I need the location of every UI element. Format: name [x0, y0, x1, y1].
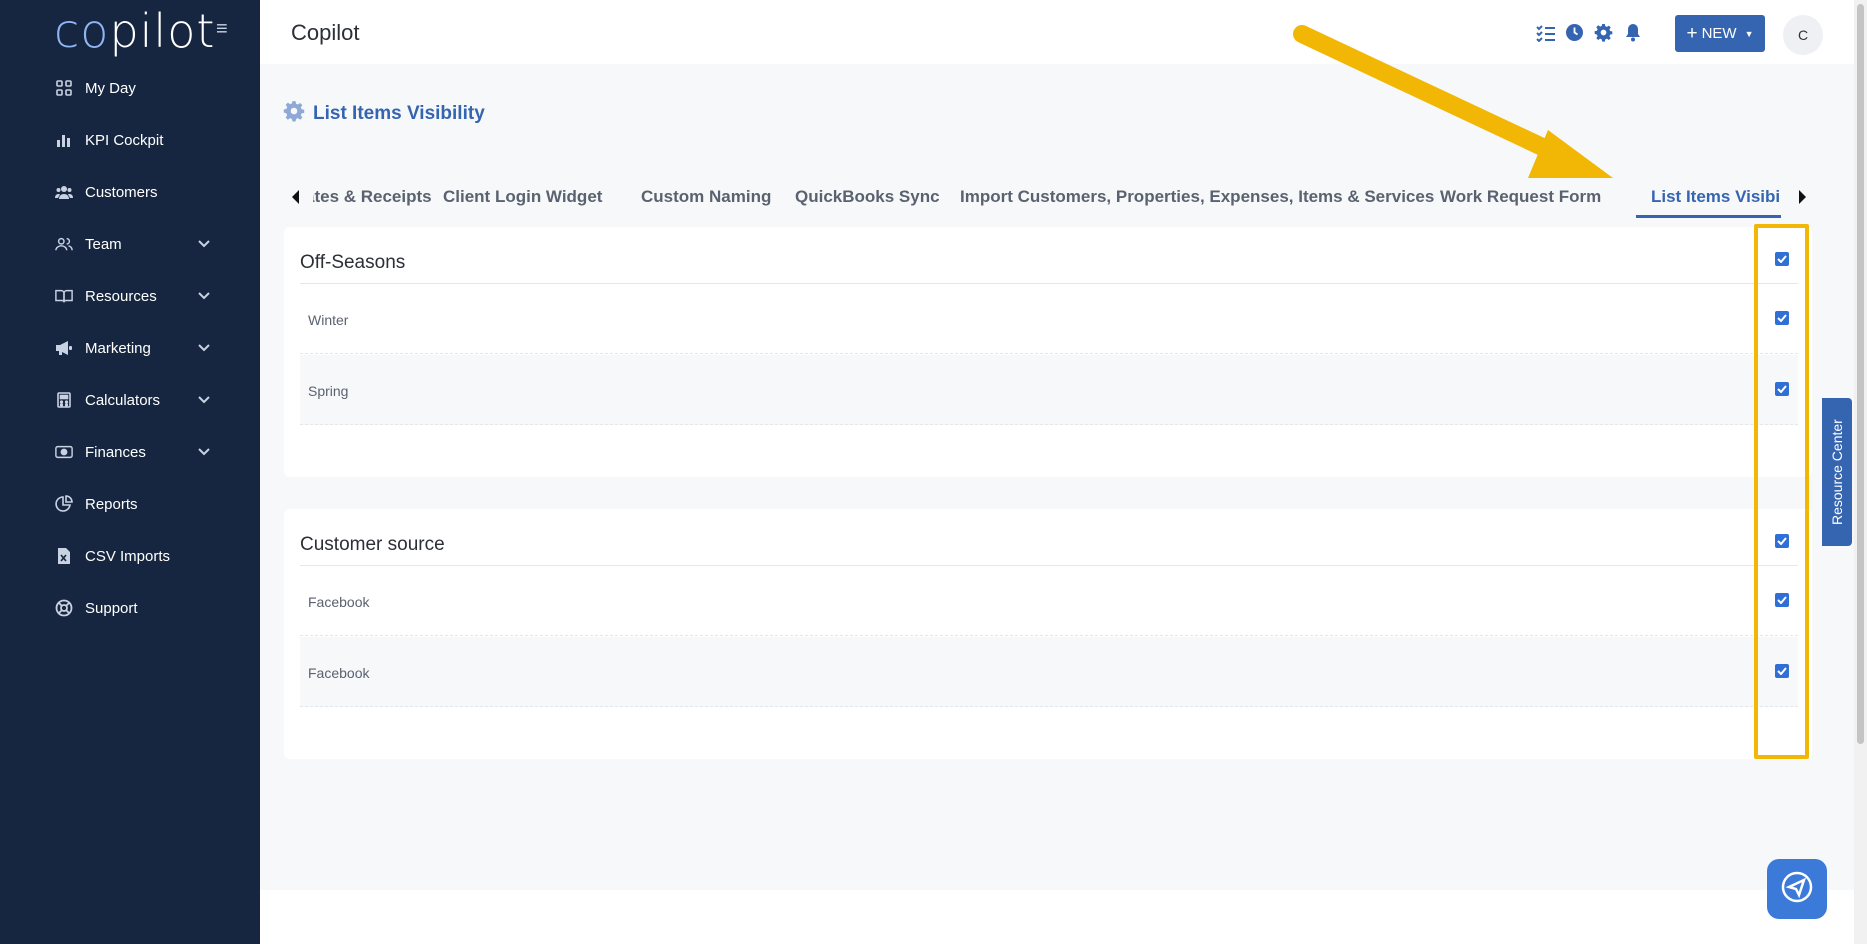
section-title: Customer source [300, 534, 445, 555]
scrollbar-thumb[interactable] [1857, 4, 1864, 744]
tab-scroll-left-icon[interactable] [292, 190, 299, 204]
plus-icon: + [1686, 23, 1698, 44]
sidebar-item-label: CSV Imports [85, 547, 171, 565]
sidebar-item-label: Calculators [85, 391, 161, 409]
chevron-down-icon[interactable] [196, 339, 214, 357]
lifebuoy-icon [55, 599, 73, 617]
sidebar-item-label: KPI Cockpit [85, 131, 164, 149]
section-title: Off-Seasons [300, 252, 406, 273]
list-item: Facebook [300, 637, 1798, 707]
list-item-label: Spring [308, 383, 349, 399]
page-title: List Items Visibility [313, 103, 485, 124]
team-icon [55, 235, 73, 253]
arrow-annotation-icon [1293, 25, 1613, 178]
calculator-icon [55, 391, 73, 409]
tab-estimates-receipts[interactable]: ates & Receipts [313, 187, 432, 207]
tab-list-items-visibility[interactable]: List Items Visibility [1651, 187, 1781, 207]
sidebar-item-label: Reports [85, 495, 138, 513]
sidebar-item-reports[interactable]: Reports [0, 478, 260, 530]
list-item-label: Facebook [308, 594, 370, 610]
menu-toggle-icon[interactable]: ≡ [216, 18, 228, 41]
sidebar-nav: My Day KPI Cockpit Customers Team Resour… [0, 62, 260, 634]
section-card-off-seasons: Off-Seasons Winter Spring [284, 227, 1812, 477]
tab-scroll-right-icon[interactable] [1799, 190, 1806, 204]
avatar[interactable]: C [1783, 15, 1823, 55]
resource-center-tab[interactable]: Resource Center [1822, 398, 1852, 546]
sidebar-item-label: Support [85, 599, 138, 617]
list-item-label: Winter [308, 312, 349, 328]
csv-file-icon [55, 547, 73, 565]
page-heading: List Items Visibility [283, 100, 485, 128]
sidebar-item-support[interactable]: Support [0, 582, 260, 634]
sidebar-item-label: Resources [85, 287, 157, 305]
caret-down-icon: ▼ [1744, 28, 1754, 39]
sidebar-item-customers[interactable]: Customers [0, 166, 260, 218]
new-button[interactable]: + NEW ▼ [1675, 15, 1765, 52]
tab-custom-naming[interactable]: Custom Naming [641, 187, 771, 207]
send-message-icon [1779, 869, 1815, 910]
pie-chart-icon [55, 495, 73, 513]
new-button-label: NEW [1701, 25, 1737, 42]
sidebar-item-calculators[interactable]: Calculators [0, 374, 260, 426]
sidebar-item-team[interactable]: Team [0, 218, 260, 270]
chevron-down-icon[interactable] [196, 443, 214, 461]
page-scrollbar[interactable] [1854, 0, 1867, 944]
tab-quickbooks-sync[interactable]: QuickBooks Sync [795, 187, 940, 207]
footer-area [260, 890, 1854, 944]
sidebar-item-resources[interactable]: Resources [0, 270, 260, 322]
chevron-down-icon[interactable] [196, 391, 214, 409]
sidebar-item-label: Customers [85, 183, 158, 201]
sidebar-item-finances[interactable]: Finances [0, 426, 260, 478]
sidebar-item-my-day[interactable]: My Day [0, 62, 260, 114]
active-tab-indicator [1636, 215, 1781, 218]
app-title: Copilot [291, 20, 360, 45]
users-icon [55, 183, 73, 201]
gear-icon [283, 100, 305, 128]
book-icon [55, 287, 73, 305]
copilot-logo[interactable]: copilot [54, 4, 215, 58]
tab-import-customers[interactable]: Import Customers, Properties, Expenses, … [960, 187, 1434, 207]
chevron-down-icon[interactable] [196, 235, 214, 253]
tab-client-login-widget[interactable]: Client Login Widget [443, 187, 602, 207]
sidebar-item-marketing[interactable]: Marketing [0, 322, 260, 374]
highlight-annotation-box [1754, 224, 1809, 759]
list-item: Spring [300, 355, 1798, 425]
list-item: Winter [300, 284, 1798, 354]
sidebar: copilot ≡ My Day KPI Cockpit Customers T… [0, 0, 260, 944]
sidebar-item-label: Marketing [85, 339, 151, 357]
grid-icon [55, 79, 73, 97]
list-item: Facebook [300, 566, 1798, 636]
bar-chart-icon [55, 131, 73, 149]
sidebar-item-kpi-cockpit[interactable]: KPI Cockpit [0, 114, 260, 166]
list-item-label: Facebook [308, 665, 370, 681]
chat-button[interactable] [1767, 859, 1827, 919]
sidebar-item-label: Team [85, 235, 122, 253]
tab-work-request-form[interactable]: Work Request Form [1440, 187, 1601, 207]
sidebar-item-csv-imports[interactable]: CSV Imports [0, 530, 260, 582]
sidebar-item-label: Finances [85, 443, 146, 461]
megaphone-icon [55, 339, 73, 357]
section-card-customer-source: Customer source Facebook Facebook [284, 509, 1812, 759]
money-icon [55, 443, 73, 461]
chevron-down-icon[interactable] [196, 287, 214, 305]
sidebar-item-label: My Day [85, 79, 136, 97]
